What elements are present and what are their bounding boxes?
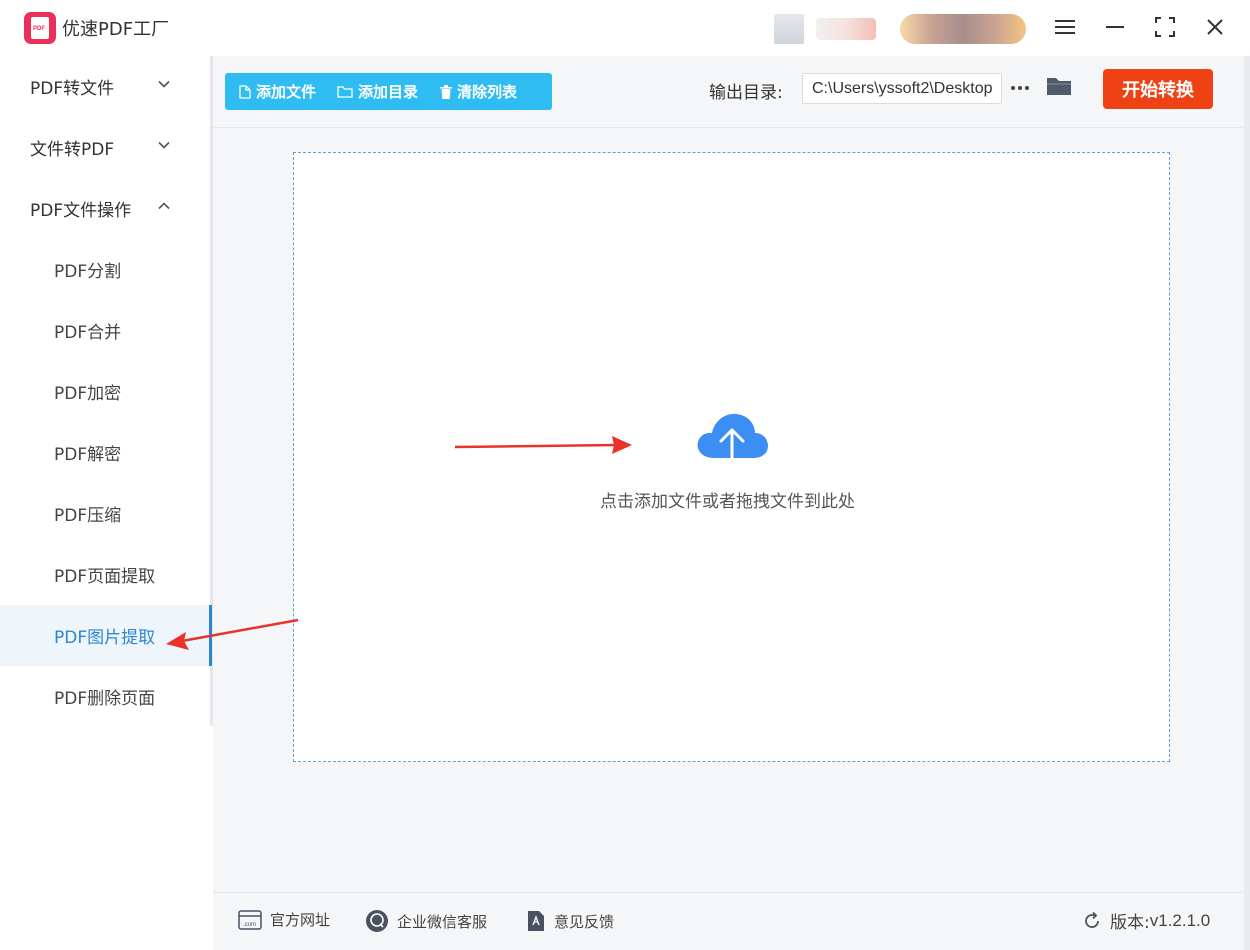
- feedback-icon: [528, 911, 544, 931]
- version-number: v1.2.1.0: [1149, 910, 1211, 930]
- avatar[interactable]: [774, 14, 804, 44]
- minimize-icon: [1106, 26, 1124, 28]
- sidebar-group-file-to-pdf[interactable]: 文件转PDF: [0, 117, 212, 178]
- window-right-edge: [1244, 56, 1250, 950]
- close-button[interactable]: [1200, 12, 1230, 42]
- close-icon: [1207, 19, 1223, 35]
- vip-badge[interactable]: [900, 14, 1026, 44]
- chevron-down-icon: [158, 80, 170, 88]
- folder-icon: [1047, 78, 1071, 95]
- sidebar-item-pdf-encrypt[interactable]: PDF加密: [0, 361, 212, 422]
- feedback-link[interactable]: 意见反馈: [526, 909, 614, 933]
- wechat-support-link[interactable]: 企业微信客服: [365, 909, 487, 933]
- menu-button[interactable]: [1050, 12, 1080, 42]
- file-action-buttons: 添加文件 添加目录 清除列表: [225, 73, 552, 110]
- chevron-down-icon: [158, 141, 170, 149]
- sidebar-group-label: PDF文件操作: [30, 201, 132, 221]
- website-icon: .com: [238, 909, 262, 930]
- clear-list-button[interactable]: 清除列表: [440, 73, 517, 110]
- sidebar-group-pdf-operations[interactable]: PDF文件操作: [0, 178, 212, 239]
- username-badge[interactable]: [816, 18, 876, 40]
- chat-bubble-icon: [366, 910, 388, 932]
- svg-text:.com: .com: [243, 922, 256, 928]
- title-bar: PDF 优速PDF工厂: [0, 0, 1250, 56]
- sidebar-item-pdf-page-extract[interactable]: PDF页面提取: [0, 544, 212, 605]
- add-file-button[interactable]: 添加文件: [239, 73, 316, 110]
- minimize-button[interactable]: [1100, 12, 1130, 42]
- menu-icon: [1055, 20, 1075, 34]
- sidebar-item-pdf-decrypt[interactable]: PDF解密: [0, 422, 212, 483]
- sidebar-item-pdf-delete-pages[interactable]: PDF删除页面: [0, 666, 212, 727]
- add-directory-button[interactable]: 添加目录: [337, 73, 418, 110]
- file-icon: [239, 84, 251, 99]
- browse-more-button[interactable]: [1009, 76, 1031, 100]
- more-icon: [1011, 86, 1029, 90]
- sidebar-item-pdf-compress[interactable]: PDF压缩: [0, 483, 212, 544]
- official-website-link[interactable]: .com 官方网址: [238, 909, 330, 930]
- maximize-icon: [1155, 17, 1175, 37]
- start-convert-button[interactable]: 开始转换: [1103, 69, 1213, 109]
- output-dir-label: 输出目录:: [709, 83, 783, 103]
- output-dir-field[interactable]: C:\Users\yssoft2\Desktop: [802, 73, 1002, 104]
- maximize-button[interactable]: [1150, 12, 1180, 42]
- folder-outline-icon: [337, 86, 353, 98]
- sidebar-item-pdf-split[interactable]: PDF分割: [0, 239, 212, 300]
- app-logo-icon: PDF: [24, 12, 56, 44]
- chevron-up-icon: [158, 202, 170, 210]
- sidebar-group-label: 文件转PDF: [30, 140, 115, 160]
- version-label: 版本:: [1110, 913, 1150, 933]
- sidebar-group-label: PDF转文件: [30, 79, 115, 99]
- cloud-upload-icon: [697, 413, 768, 476]
- trash-icon: [440, 84, 453, 99]
- sidebar-item-pdf-image-extract[interactable]: PDF图片提取: [0, 605, 212, 666]
- sidebar-item-pdf-merge[interactable]: PDF合并: [0, 300, 212, 361]
- sidebar-group-pdf-to-file[interactable]: PDF转文件: [0, 56, 212, 117]
- refresh-icon: [1085, 911, 1099, 928]
- open-folder-button[interactable]: [1045, 74, 1075, 102]
- drop-zone-hint: 点击添加文件或者拖拽文件到此处: [600, 492, 855, 512]
- app-title: 优速PDF工厂: [62, 19, 170, 40]
- version-info: 版本: v1.2.1.0: [1082, 908, 1210, 933]
